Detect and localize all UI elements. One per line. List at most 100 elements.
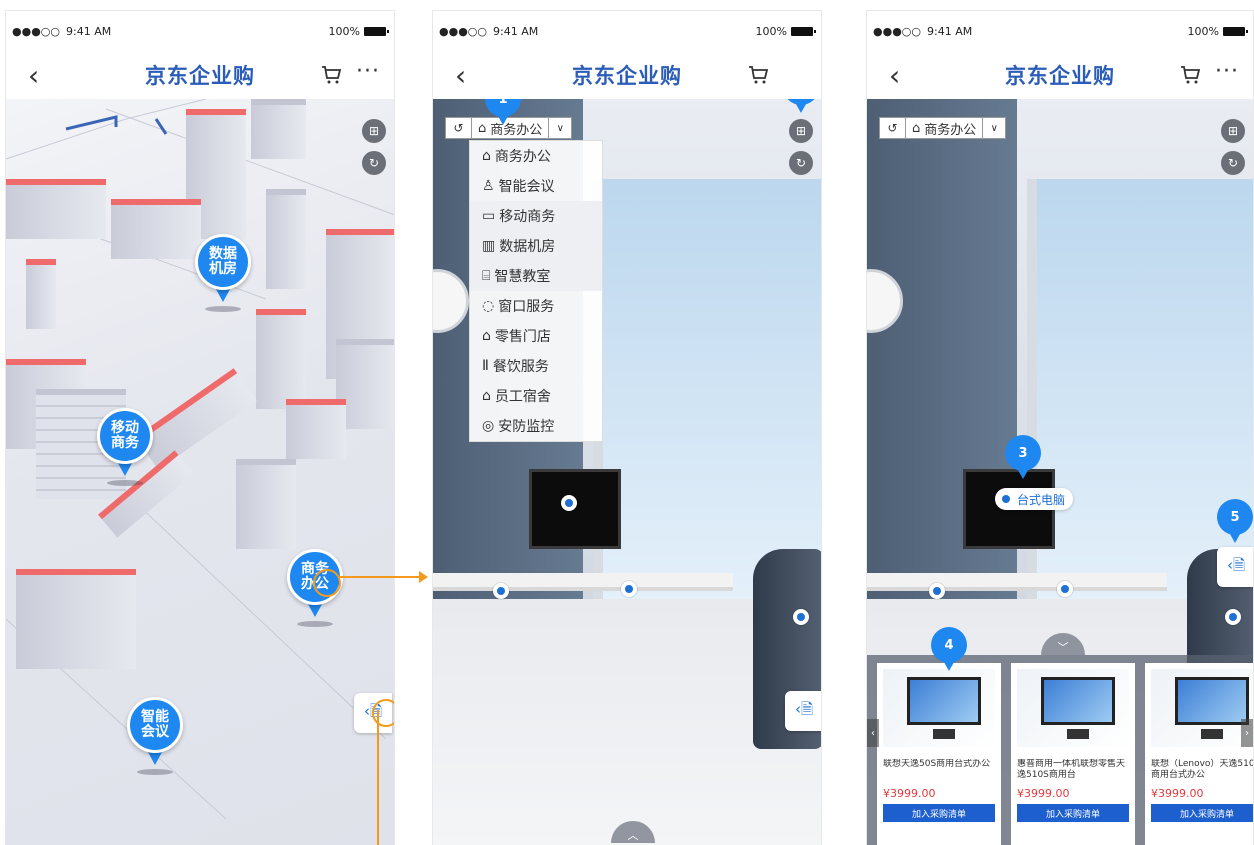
menu-item[interactable]: Ⅱ 餐饮服务: [470, 351, 602, 381]
back-icon[interactable]: ‹: [28, 59, 39, 92]
product-price: ¥3999.00: [1151, 787, 1204, 800]
wall: [236, 459, 296, 549]
product-card[interactable]: 联想（Lenovo）天逸510S商用台式办公 ¥3999.00 加入采购清单: [1145, 663, 1253, 845]
add-to-list-button[interactable]: 加入采购清单: [883, 804, 995, 822]
add-to-list-button[interactable]: 加入采购清单: [1017, 804, 1129, 822]
back-icon[interactable]: ‹: [889, 59, 900, 92]
menu-item[interactable]: ▭ 移动商务: [470, 201, 602, 231]
back-icon[interactable]: ‹: [455, 59, 466, 92]
product-list-tab[interactable]: ‹🗎: [785, 691, 821, 731]
map-pin-data-center[interactable]: 数据 机房: [195, 234, 251, 312]
signal-icon: ●●●○○: [12, 24, 60, 38]
product-list-tab[interactable]: ‹🗎: [1217, 547, 1253, 587]
undo-icon[interactable]: ↺: [446, 118, 472, 138]
hotspot-label[interactable]: 台式电脑: [995, 488, 1074, 510]
status-bar: ●●●○○ 9:41 AM 100%: [867, 11, 1253, 51]
hotspot-monitor[interactable]: [561, 495, 577, 511]
carousel-prev-icon[interactable]: ‹: [867, 719, 879, 747]
wall: [256, 309, 306, 409]
desk-image: [433, 573, 733, 591]
screen-map: ●●●○○ 9:41 AM 100% ‹ 京东企业购 ··· ⊞ ↻ 数据 机房…: [5, 10, 395, 845]
current-scene[interactable]: ⌂ 商务办公: [906, 118, 984, 138]
menu-item[interactable]: ◌ 窗口服务: [470, 291, 602, 321]
carousel-next-icon[interactable]: ›: [1241, 719, 1253, 747]
layer-toggle-icon[interactable]: ⊞: [362, 119, 386, 143]
step-badge: 1: [485, 99, 521, 127]
callout-line: [339, 576, 419, 578]
menu-item[interactable]: ⌂ 零售门店: [470, 321, 602, 351]
chevron-down-icon[interactable]: ∨: [983, 118, 1005, 138]
status-bar: ●●●○○ 9:41 AM 100%: [433, 11, 821, 51]
cart-icon[interactable]: [320, 62, 344, 86]
screen-scene-products: ●●●○○ 9:41 AM 100% ‹ 京东企业购 ··· 台式电脑 ↺ ⌂ 商务…: [866, 10, 1254, 845]
more-icon[interactable]: ···: [1215, 59, 1239, 84]
hotspot-keyboard[interactable]: [1057, 581, 1073, 597]
wall: [26, 259, 56, 329]
battery-icon: [1223, 26, 1248, 36]
menu-item[interactable]: ⌂ 员工宿舍: [470, 381, 602, 411]
hotspot-speaker[interactable]: [493, 583, 509, 599]
product-price: ¥3999.00: [883, 787, 936, 800]
menu-item-icon: ▥: [482, 238, 496, 254]
office-scene[interactable]: 台式电脑 ↺ ⌂ 商务办公 ∨ ⊞ ↻ ‹🗎 ﹀ 联想天逸50S商用台式办公 ¥3…: [867, 99, 1253, 845]
nav-bar: ‹ 京东企业购 ···: [6, 51, 394, 99]
clipboard-icon: ‹🗎: [1226, 555, 1246, 574]
cart-icon[interactable]: [747, 62, 771, 86]
rotate-view-icon[interactable]: ↻: [789, 151, 813, 175]
menu-item-icon: ♙: [482, 178, 495, 194]
menu-item[interactable]: ⌸ 智慧教室: [470, 261, 602, 291]
map-scene[interactable]: ⊞ ↻ 数据 机房 移动 商务 商务 办公 智能 会议 ‹🗎: [6, 99, 394, 845]
battery-indicator: 100%: [756, 25, 816, 38]
product-image: [883, 669, 995, 747]
battery-icon: [364, 26, 389, 36]
product-price: ¥3999.00: [1017, 787, 1070, 800]
wall: [266, 189, 306, 289]
monitor-image: [529, 469, 621, 549]
callout-highlight: [372, 699, 394, 727]
wall: [6, 179, 106, 239]
hotspot-chair[interactable]: [1225, 609, 1241, 625]
wall: [251, 99, 306, 159]
menu-item[interactable]: ◎ 安防监控: [470, 411, 602, 441]
menu-item-icon: ⌂: [482, 328, 491, 344]
menu-item-icon: ⌂: [482, 388, 491, 404]
callout-arrow: [419, 571, 428, 583]
battery-icon: [791, 26, 816, 36]
rotate-view-icon[interactable]: ↻: [362, 151, 386, 175]
scene-selector[interactable]: ↺ ⌂ 商务办公 ∨: [879, 117, 1007, 139]
product-carousel: 联想天逸50S商用台式办公 ¥3999.00 加入采购清单 惠普商用一体机联想零…: [867, 655, 1253, 845]
step-badge: 2: [783, 99, 819, 115]
hotspot-chair[interactable]: [793, 609, 809, 625]
hotspot-speaker[interactable]: [929, 583, 945, 599]
more-icon[interactable]: ···: [356, 59, 380, 84]
chevron-down-icon[interactable]: ∨: [549, 118, 571, 138]
product-name: 联想天逸50S商用台式办公: [883, 759, 991, 769]
menu-item[interactable]: ⌂ 商务办公: [470, 141, 602, 171]
product-card[interactable]: 联想天逸50S商用台式办公 ¥3999.00 加入采购清单: [877, 663, 1001, 845]
wall: [16, 569, 136, 669]
product-image: [1017, 669, 1129, 747]
scene-menu: ⌂ 商务办公 ♙ 智能会议 ▭ 移动商务 ▥ 数据机房 ⌸ 智慧教室 ◌ 窗口服务 ⌂ 零售门…: [469, 140, 603, 442]
menu-item[interactable]: ▥ 数据机房: [470, 231, 602, 261]
cart-icon[interactable]: [1179, 62, 1203, 86]
callout-line: [377, 710, 379, 845]
callout-highlight: [313, 569, 341, 597]
menu-item[interactable]: ♙ 智能会议: [470, 171, 602, 201]
product-card[interactable]: 惠普商用一体机联想零售天逸510S商用台 ¥3999.00 加入采购清单: [1011, 663, 1135, 845]
layer-toggle-icon[interactable]: ⊞: [789, 119, 813, 143]
map-pin-mobile-business[interactable]: 移动 商务: [97, 408, 153, 486]
hotspot-keyboard[interactable]: [621, 581, 637, 597]
undo-icon[interactable]: ↺: [880, 118, 906, 138]
status-time: 9:41 AM: [927, 24, 973, 38]
product-name: 惠普商用一体机联想零售天逸510S商用台: [1017, 759, 1126, 780]
pin-label: 智能 会议: [127, 697, 183, 753]
add-to-list-button[interactable]: 加入采购清单: [1151, 804, 1253, 822]
map-pin-smart-meeting[interactable]: 智能 会议: [127, 697, 183, 775]
desk-image: [867, 573, 1167, 591]
menu-item-icon: ◌: [482, 298, 495, 314]
rotate-view-icon[interactable]: ↻: [1221, 151, 1245, 175]
signal-icon: ●●●○○: [439, 24, 487, 38]
office-scene[interactable]: ↺ ⌂ 商务办公 ∨ ⌂ 商务办公 ♙ 智能会议 ▭ 移动商务 ▥ 数据机房 ⌸ 智慧教室 …: [433, 99, 821, 845]
layer-toggle-icon[interactable]: ⊞: [1221, 119, 1245, 143]
window: [593, 179, 821, 599]
